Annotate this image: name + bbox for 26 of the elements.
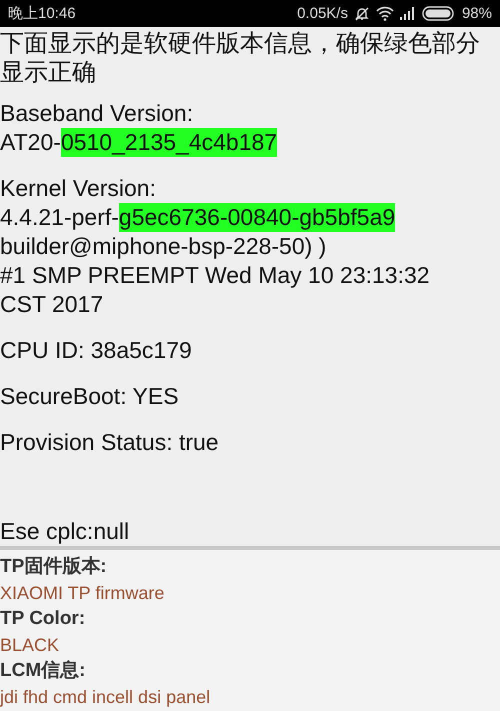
detail-label: TP Color: xyxy=(0,607,86,631)
instruction-text: 下面显示的是软硬件版本信息，确保绿色部分显示正确 xyxy=(0,29,481,87)
info-text: AT20- xyxy=(0,128,61,157)
info-line: Baseband Version: xyxy=(0,99,194,128)
detail-value: XIAOMI TP firmware xyxy=(0,582,166,605)
muted-bell-icon xyxy=(354,6,370,22)
detail-value: BLACK xyxy=(0,634,60,657)
info-line: #1 SMP PREEMPT Wed May 10 23:13:32 xyxy=(0,261,431,290)
detail-label: LCM信息: xyxy=(0,659,86,683)
wifi-icon xyxy=(376,6,394,21)
battery-icon xyxy=(422,6,456,21)
clock: 晚上10:46 xyxy=(8,4,76,23)
info-line: CPU ID: 38a5c179 xyxy=(0,336,193,365)
highlighted-value: 0510_2135_4c4b187 xyxy=(60,128,278,157)
signal-icon xyxy=(400,7,416,20)
battery-percent: 98% xyxy=(462,5,492,22)
info-line: CST 2017 xyxy=(0,290,104,319)
detail-label: TP固件版本: xyxy=(0,555,108,579)
info-text: 4.4.21-perf- xyxy=(0,203,119,232)
info-line: Provision Status: true xyxy=(0,428,220,457)
info-line: builder@miphone-bsp-228-50) ) xyxy=(0,232,328,261)
info-line: Ese cplc:null xyxy=(0,517,130,546)
info-line: Kernel Version: xyxy=(0,174,157,203)
info-line: SecureBoot: YES xyxy=(0,382,180,411)
highlighted-value: g5ec6736-00840-gb5bf5a9 xyxy=(118,203,396,232)
network-speed: 0.05K/s xyxy=(297,5,348,22)
